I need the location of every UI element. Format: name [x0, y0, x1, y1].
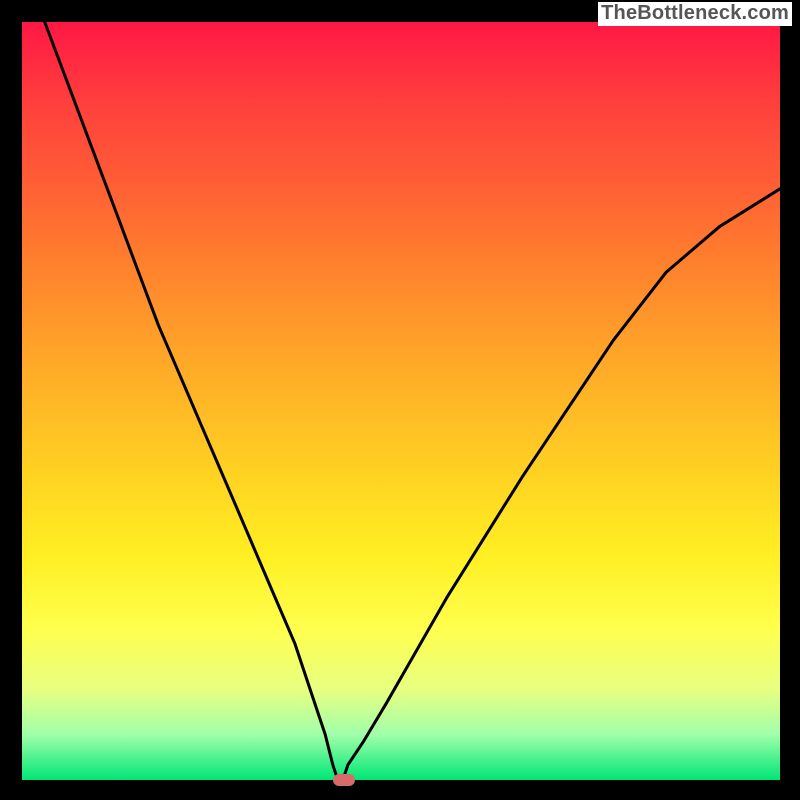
curve-svg: [22, 22, 780, 780]
minimum-marker: [333, 774, 355, 786]
watermark-text: TheBottleneck.com: [598, 2, 792, 26]
plot-area: [22, 22, 780, 780]
chart-frame: TheBottleneck.com: [0, 0, 800, 800]
bottleneck-curve: [45, 22, 780, 780]
